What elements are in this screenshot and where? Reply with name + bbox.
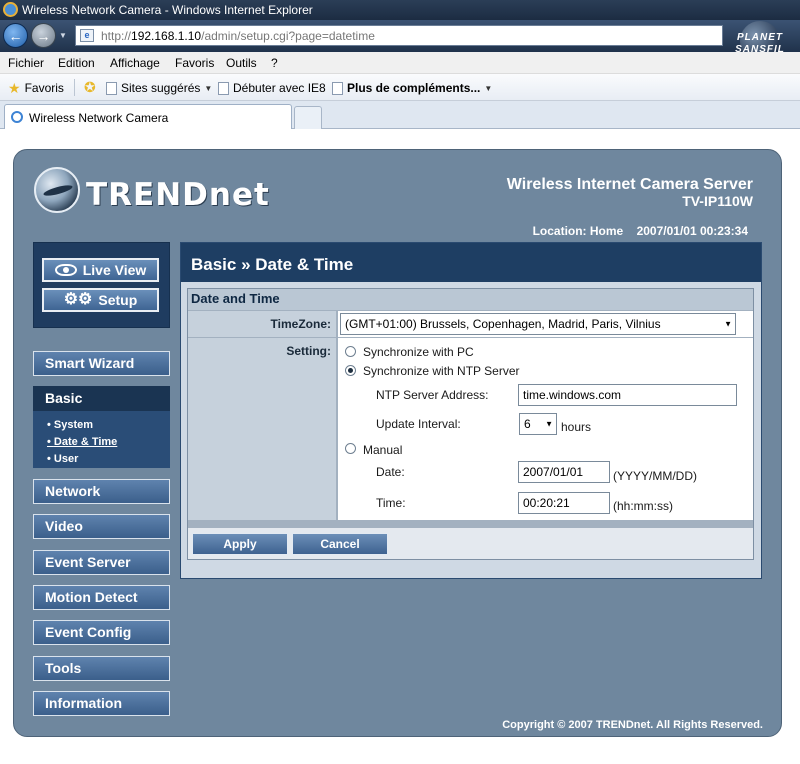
tab-bar: Wireless Network Camera <box>0 101 800 129</box>
section-header: Date and Time <box>188 289 753 310</box>
back-button[interactable]: ← <box>3 23 28 48</box>
nav-network[interactable]: Network <box>33 479 170 504</box>
update-interval-value: 6 <box>524 417 531 431</box>
menu-fichier[interactable]: Fichier <box>8 56 44 70</box>
subnav-date-time[interactable]: • Date & Time <box>47 436 117 448</box>
tab-title: Wireless Network Camera <box>29 111 169 125</box>
page-icon <box>332 81 343 95</box>
time-format-hint: (hh:mm:ss) <box>613 499 673 513</box>
product-title: Wireless Internet Camera Server <box>506 176 753 193</box>
apply-button[interactable]: Apply <box>192 533 288 555</box>
favorites-label: Favoris <box>24 81 64 95</box>
nav-event-server[interactable]: Event Server <box>33 550 170 575</box>
suggested-sites-label: Sites suggérés <box>121 81 201 95</box>
page-icon <box>218 81 229 95</box>
new-tab-button[interactable] <box>294 106 322 129</box>
menu-outils[interactable]: Outils <box>226 56 257 70</box>
window-titlebar: Wireless Network Camera - Windows Intern… <box>0 0 800 20</box>
setup-button[interactable]: ⚙⚙ Setup <box>42 288 159 312</box>
manual-label: Manual <box>363 443 403 457</box>
interval-unit: hours <box>561 420 592 434</box>
nav-information[interactable]: Information <box>33 691 170 716</box>
chevron-down-icon: ▼ <box>724 319 732 329</box>
timezone-selected-value: (GMT+01:00) Brussels, Copenhagen, Madrid… <box>345 317 661 331</box>
history-dropdown-icon[interactable]: ▼ <box>59 31 67 40</box>
copyright-text: Copyright © 2007 TRENDnet. All Rights Re… <box>502 719 763 731</box>
page-icon <box>106 81 117 95</box>
date-input[interactable]: 2007/01/01 <box>518 461 610 483</box>
gear-icon: ⚙⚙ <box>63 291 93 308</box>
date-format-hint: (YYYY/MM/DD) <box>613 469 697 483</box>
page-icon: e <box>80 29 94 42</box>
getting-started-label: Débuter avec IE8 <box>233 81 326 95</box>
ntp-server-input[interactable]: time.windows.com <box>518 384 737 406</box>
page-header: Basic » Date & Time <box>181 243 761 282</box>
navigation-bar: ← → ▼ e http://192.168.1.10/admin/setup.… <box>0 20 800 61</box>
nav-video[interactable]: Video <box>33 514 170 539</box>
star-add-icon: ✪ <box>84 79 96 95</box>
sync-ntp-radio[interactable] <box>345 365 356 376</box>
nav-event-config[interactable]: Event Config <box>33 620 170 645</box>
nav-motion-detect[interactable]: Motion Detect <box>33 585 170 610</box>
basic-subnav: • System • Date & Time • User <box>33 411 170 468</box>
address-bar[interactable]: e http://192.168.1.10/admin/setup.cgi?pa… <box>75 25 723 46</box>
address-url: http://192.168.1.10/admin/setup.cgi?page… <box>101 29 375 43</box>
setting-label-cell: Setting: <box>188 338 336 520</box>
view-mode-box <box>33 242 170 328</box>
ie-tab-icon <box>11 111 23 123</box>
ntp-server-label: NTP Server Address: <box>376 388 489 402</box>
window-title: Wireless Network Camera - Windows Intern… <box>22 3 313 17</box>
update-interval-label: Update Interval: <box>376 417 461 431</box>
subnav-user[interactable]: • User <box>47 453 78 465</box>
cancel-button[interactable]: Cancel <box>292 533 388 555</box>
nav-tools[interactable]: Tools <box>33 656 170 681</box>
tab-wireless-network-camera[interactable]: Wireless Network Camera <box>4 104 292 129</box>
eye-icon <box>54 264 77 276</box>
favorites-button[interactable]: ★ Favoris <box>8 81 64 95</box>
sync-ntp-label: Synchronize with NTP Server <box>363 364 520 378</box>
nav-smart-wizard[interactable]: Smart Wizard <box>33 351 170 376</box>
live-view-label: Live View <box>82 262 147 278</box>
watermark-line1: PLANET <box>737 32 783 43</box>
suggested-sites-button[interactable]: Sites suggérés ▼ <box>106 81 212 95</box>
page-title: Basic » Date & Time <box>191 255 354 274</box>
update-interval-select[interactable]: 6 ▼ <box>519 413 557 435</box>
more-addons-button[interactable]: Plus de compléments... ▼ <box>332 81 492 95</box>
location-datetime: Location: Home 2007/01/01 00:23:34 <box>532 224 748 238</box>
setup-label: Setup <box>98 292 138 308</box>
chevron-down-icon: ▼ <box>545 419 553 429</box>
ie-logo-icon <box>3 2 18 17</box>
more-addons-label: Plus de compléments... <box>347 81 481 95</box>
menu-favoris[interactable]: Favoris <box>175 56 214 70</box>
menu-affichage[interactable]: Affichage <box>110 56 160 70</box>
add-favorite-icon[interactable]: ✪ <box>84 79 96 95</box>
date-label: Date: <box>376 465 405 479</box>
favbar-divider <box>74 79 75 96</box>
forward-button[interactable]: → <box>31 23 56 48</box>
live-view-button[interactable]: Live View <box>42 258 159 282</box>
nav-basic[interactable]: Basic <box>33 386 170 411</box>
timezone-label-cell: TimeZone: <box>188 311 336 337</box>
subnav-system[interactable]: • System <box>47 419 93 431</box>
menu-help[interactable]: ? <box>271 56 278 70</box>
brand-name: TRENDnet <box>86 177 270 213</box>
sync-pc-radio[interactable] <box>345 346 356 357</box>
timezone-label: TimeZone: <box>270 317 331 331</box>
product-model: TV-IP110W <box>682 193 753 209</box>
manual-radio[interactable] <box>345 443 356 454</box>
time-label: Time: <box>376 496 406 510</box>
menu-edition[interactable]: Edition <box>58 56 95 70</box>
trendnet-logo-icon <box>34 167 80 213</box>
menu-bar: Fichier Edition Affichage Favoris Outils… <box>0 52 800 74</box>
star-icon: ★ <box>8 80 21 96</box>
section-title: Date and Time <box>191 291 280 306</box>
time-input[interactable]: 00:20:21 <box>518 492 610 514</box>
chevron-down-icon: ▼ <box>204 83 213 93</box>
chevron-down-icon: ▼ <box>484 83 493 93</box>
getting-started-link[interactable]: Débuter avec IE8 <box>218 81 326 95</box>
timezone-select[interactable]: (GMT+01:00) Brussels, Copenhagen, Madrid… <box>340 313 736 335</box>
setting-label: Setting: <box>286 344 331 358</box>
favorites-bar: ★ Favoris ✪ Sites suggérés ▼ Débuter ave… <box>0 74 800 101</box>
sync-pc-label: Synchronize with PC <box>363 345 474 359</box>
